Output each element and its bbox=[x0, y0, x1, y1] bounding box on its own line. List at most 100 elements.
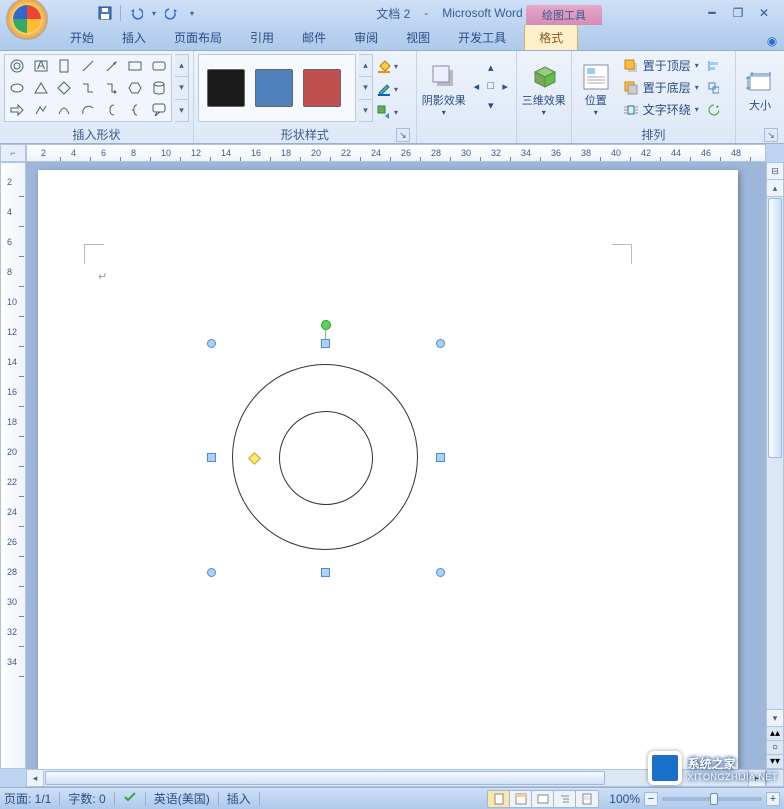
ruler-vertical[interactable]: 246810121416182022242628303234 bbox=[0, 162, 26, 769]
selected-shape[interactable] bbox=[212, 344, 440, 572]
shape-triangle-icon[interactable] bbox=[30, 78, 53, 99]
rotate-button[interactable] bbox=[706, 99, 720, 120]
shape-elbow-arrow-icon[interactable] bbox=[100, 78, 123, 99]
style-scroll-up-icon[interactable]: ▴ bbox=[359, 55, 372, 77]
ruler-horizontal[interactable]: 2468101214161820222426283032343638404244… bbox=[26, 144, 766, 162]
handle-br[interactable] bbox=[436, 568, 445, 577]
shape-arc-icon[interactable] bbox=[77, 99, 100, 120]
qat-undo-icon[interactable] bbox=[127, 4, 145, 22]
shadow-nudge-right[interactable]: ▸ bbox=[498, 77, 511, 95]
handle-tm[interactable] bbox=[321, 339, 330, 348]
shape-rightarrow-icon[interactable] bbox=[6, 99, 29, 120]
size-launcher-icon[interactable]: ↘ bbox=[764, 128, 778, 142]
tab-view[interactable]: 视图 bbox=[392, 25, 444, 50]
browse-prev-icon[interactable]: ▴▴ bbox=[767, 726, 783, 740]
office-button[interactable] bbox=[6, 0, 48, 40]
close-button[interactable]: ✕ bbox=[752, 4, 776, 22]
hscroll-thumb[interactable] bbox=[45, 771, 605, 785]
shape-bracket-icon[interactable] bbox=[100, 99, 123, 120]
document-area[interactable]: ↵ bbox=[26, 162, 766, 769]
status-words[interactable]: 字数: 0 bbox=[68, 790, 105, 807]
view-web-icon[interactable] bbox=[532, 791, 554, 807]
view-outline-icon[interactable] bbox=[554, 791, 576, 807]
style-scroll-down-icon[interactable]: ▾ bbox=[359, 77, 372, 99]
handle-ml[interactable] bbox=[207, 453, 216, 462]
shape-callout-icon[interactable] bbox=[147, 99, 170, 120]
style-swatch-3[interactable] bbox=[303, 69, 341, 107]
ruler-toggle-icon[interactable]: ⊟ bbox=[767, 163, 783, 180]
handle-mr[interactable] bbox=[436, 453, 445, 462]
status-proof-icon[interactable] bbox=[123, 790, 137, 807]
shape-oval-icon[interactable] bbox=[6, 78, 29, 99]
change-shape-button[interactable]: ▾ bbox=[376, 102, 412, 122]
shape-arrow-icon[interactable] bbox=[100, 56, 123, 77]
rotate-handle[interactable] bbox=[321, 320, 331, 330]
align-button[interactable] bbox=[706, 55, 720, 76]
text-wrap-button[interactable]: 文字环绕▾ bbox=[619, 99, 703, 120]
maximize-button[interactable]: ❐ bbox=[726, 4, 750, 22]
handle-bl[interactable] bbox=[207, 568, 216, 577]
minimize-button[interactable]: ━ bbox=[700, 4, 724, 22]
shape-curve-icon[interactable] bbox=[53, 99, 76, 120]
tab-layout[interactable]: 页面布局 bbox=[160, 25, 236, 50]
status-lang[interactable]: 英语(美国) bbox=[154, 790, 210, 807]
shape-line-icon[interactable] bbox=[77, 56, 100, 77]
vscroll-down-icon[interactable]: ▾ bbox=[767, 709, 783, 726]
view-fullscreen-icon[interactable] bbox=[510, 791, 532, 807]
style-gallery[interactable] bbox=[198, 54, 356, 122]
zoom-value[interactable]: 100% bbox=[609, 792, 640, 806]
shape-diamond-icon[interactable] bbox=[53, 78, 76, 99]
style-swatch-1[interactable] bbox=[207, 69, 245, 107]
handle-tl[interactable] bbox=[207, 339, 216, 348]
shape-textbox-icon[interactable]: A bbox=[30, 56, 53, 77]
tab-references[interactable]: 引用 bbox=[236, 25, 288, 50]
tab-mailings[interactable]: 邮件 bbox=[288, 25, 340, 50]
shape-rect-icon[interactable] bbox=[124, 56, 147, 77]
shapes-scroll-up-icon[interactable]: ▴ bbox=[175, 55, 188, 77]
handle-tr[interactable] bbox=[436, 339, 445, 348]
tab-home[interactable]: 开始 bbox=[56, 25, 108, 50]
qat-customize-icon[interactable]: ▾ bbox=[185, 4, 199, 22]
tab-format[interactable]: 格式 bbox=[524, 24, 578, 50]
shape-freeform-icon[interactable] bbox=[30, 99, 53, 120]
style-more-icon[interactable]: ▾ bbox=[359, 100, 372, 121]
zoom-in-button[interactable]: + bbox=[766, 792, 780, 806]
shape-outline-button[interactable]: ▾ bbox=[376, 79, 412, 99]
shapes-more-icon[interactable]: ▾ bbox=[175, 100, 188, 121]
shape-fill-button[interactable]: ▾ bbox=[376, 56, 412, 76]
qat-redo-icon[interactable] bbox=[163, 4, 181, 22]
shape-donut-icon[interactable] bbox=[6, 56, 29, 77]
bring-front-button[interactable]: 置于顶层▾ bbox=[619, 55, 703, 76]
tab-insert[interactable]: 插入 bbox=[108, 25, 160, 50]
view-print-icon[interactable] bbox=[488, 791, 510, 807]
zoom-slider[interactable] bbox=[662, 797, 762, 801]
styles-launcher-icon[interactable]: ↘ bbox=[396, 128, 410, 142]
size-button[interactable]: 大小 bbox=[740, 54, 780, 122]
page[interactable]: ↵ bbox=[38, 170, 738, 769]
hscroll-left-icon[interactable]: ◂ bbox=[27, 770, 44, 786]
zoom-knob[interactable] bbox=[710, 793, 718, 805]
zoom-out-button[interactable]: − bbox=[644, 792, 658, 806]
ruler-corner[interactable]: ⌐ bbox=[0, 144, 26, 162]
vscroll-up-icon[interactable]: ▴ bbox=[767, 180, 783, 197]
tab-developer[interactable]: 开发工具 bbox=[444, 25, 520, 50]
tab-review[interactable]: 审阅 bbox=[340, 25, 392, 50]
shapes-gallery[interactable]: A bbox=[4, 54, 172, 122]
shape-roundrect-icon[interactable] bbox=[147, 56, 170, 77]
view-draft-icon[interactable] bbox=[576, 791, 598, 807]
shadow-nudge-up[interactable]: ▴ bbox=[484, 58, 497, 76]
shadow-nudge-left[interactable]: ◂ bbox=[470, 77, 483, 95]
vscroll-thumb[interactable] bbox=[768, 198, 782, 458]
shape-cylinder-icon[interactable] bbox=[147, 78, 170, 99]
vscroll-track[interactable] bbox=[767, 459, 783, 709]
send-back-button[interactable]: 置于底层▾ bbox=[619, 77, 703, 98]
shape-brace-icon[interactable] bbox=[124, 99, 147, 120]
ribbon-help-icon[interactable]: ◉ bbox=[760, 32, 784, 50]
style-swatch-2[interactable] bbox=[255, 69, 293, 107]
shape-vtextbox-icon[interactable] bbox=[53, 56, 76, 77]
shapes-scroll-down-icon[interactable]: ▾ bbox=[175, 77, 188, 99]
status-page[interactable]: 页面: 1/1 bbox=[4, 790, 51, 807]
shape-elbow-icon[interactable] bbox=[77, 78, 100, 99]
status-mode[interactable]: 插入 bbox=[227, 790, 251, 807]
shadow-toggle[interactable]: □ bbox=[484, 77, 497, 95]
